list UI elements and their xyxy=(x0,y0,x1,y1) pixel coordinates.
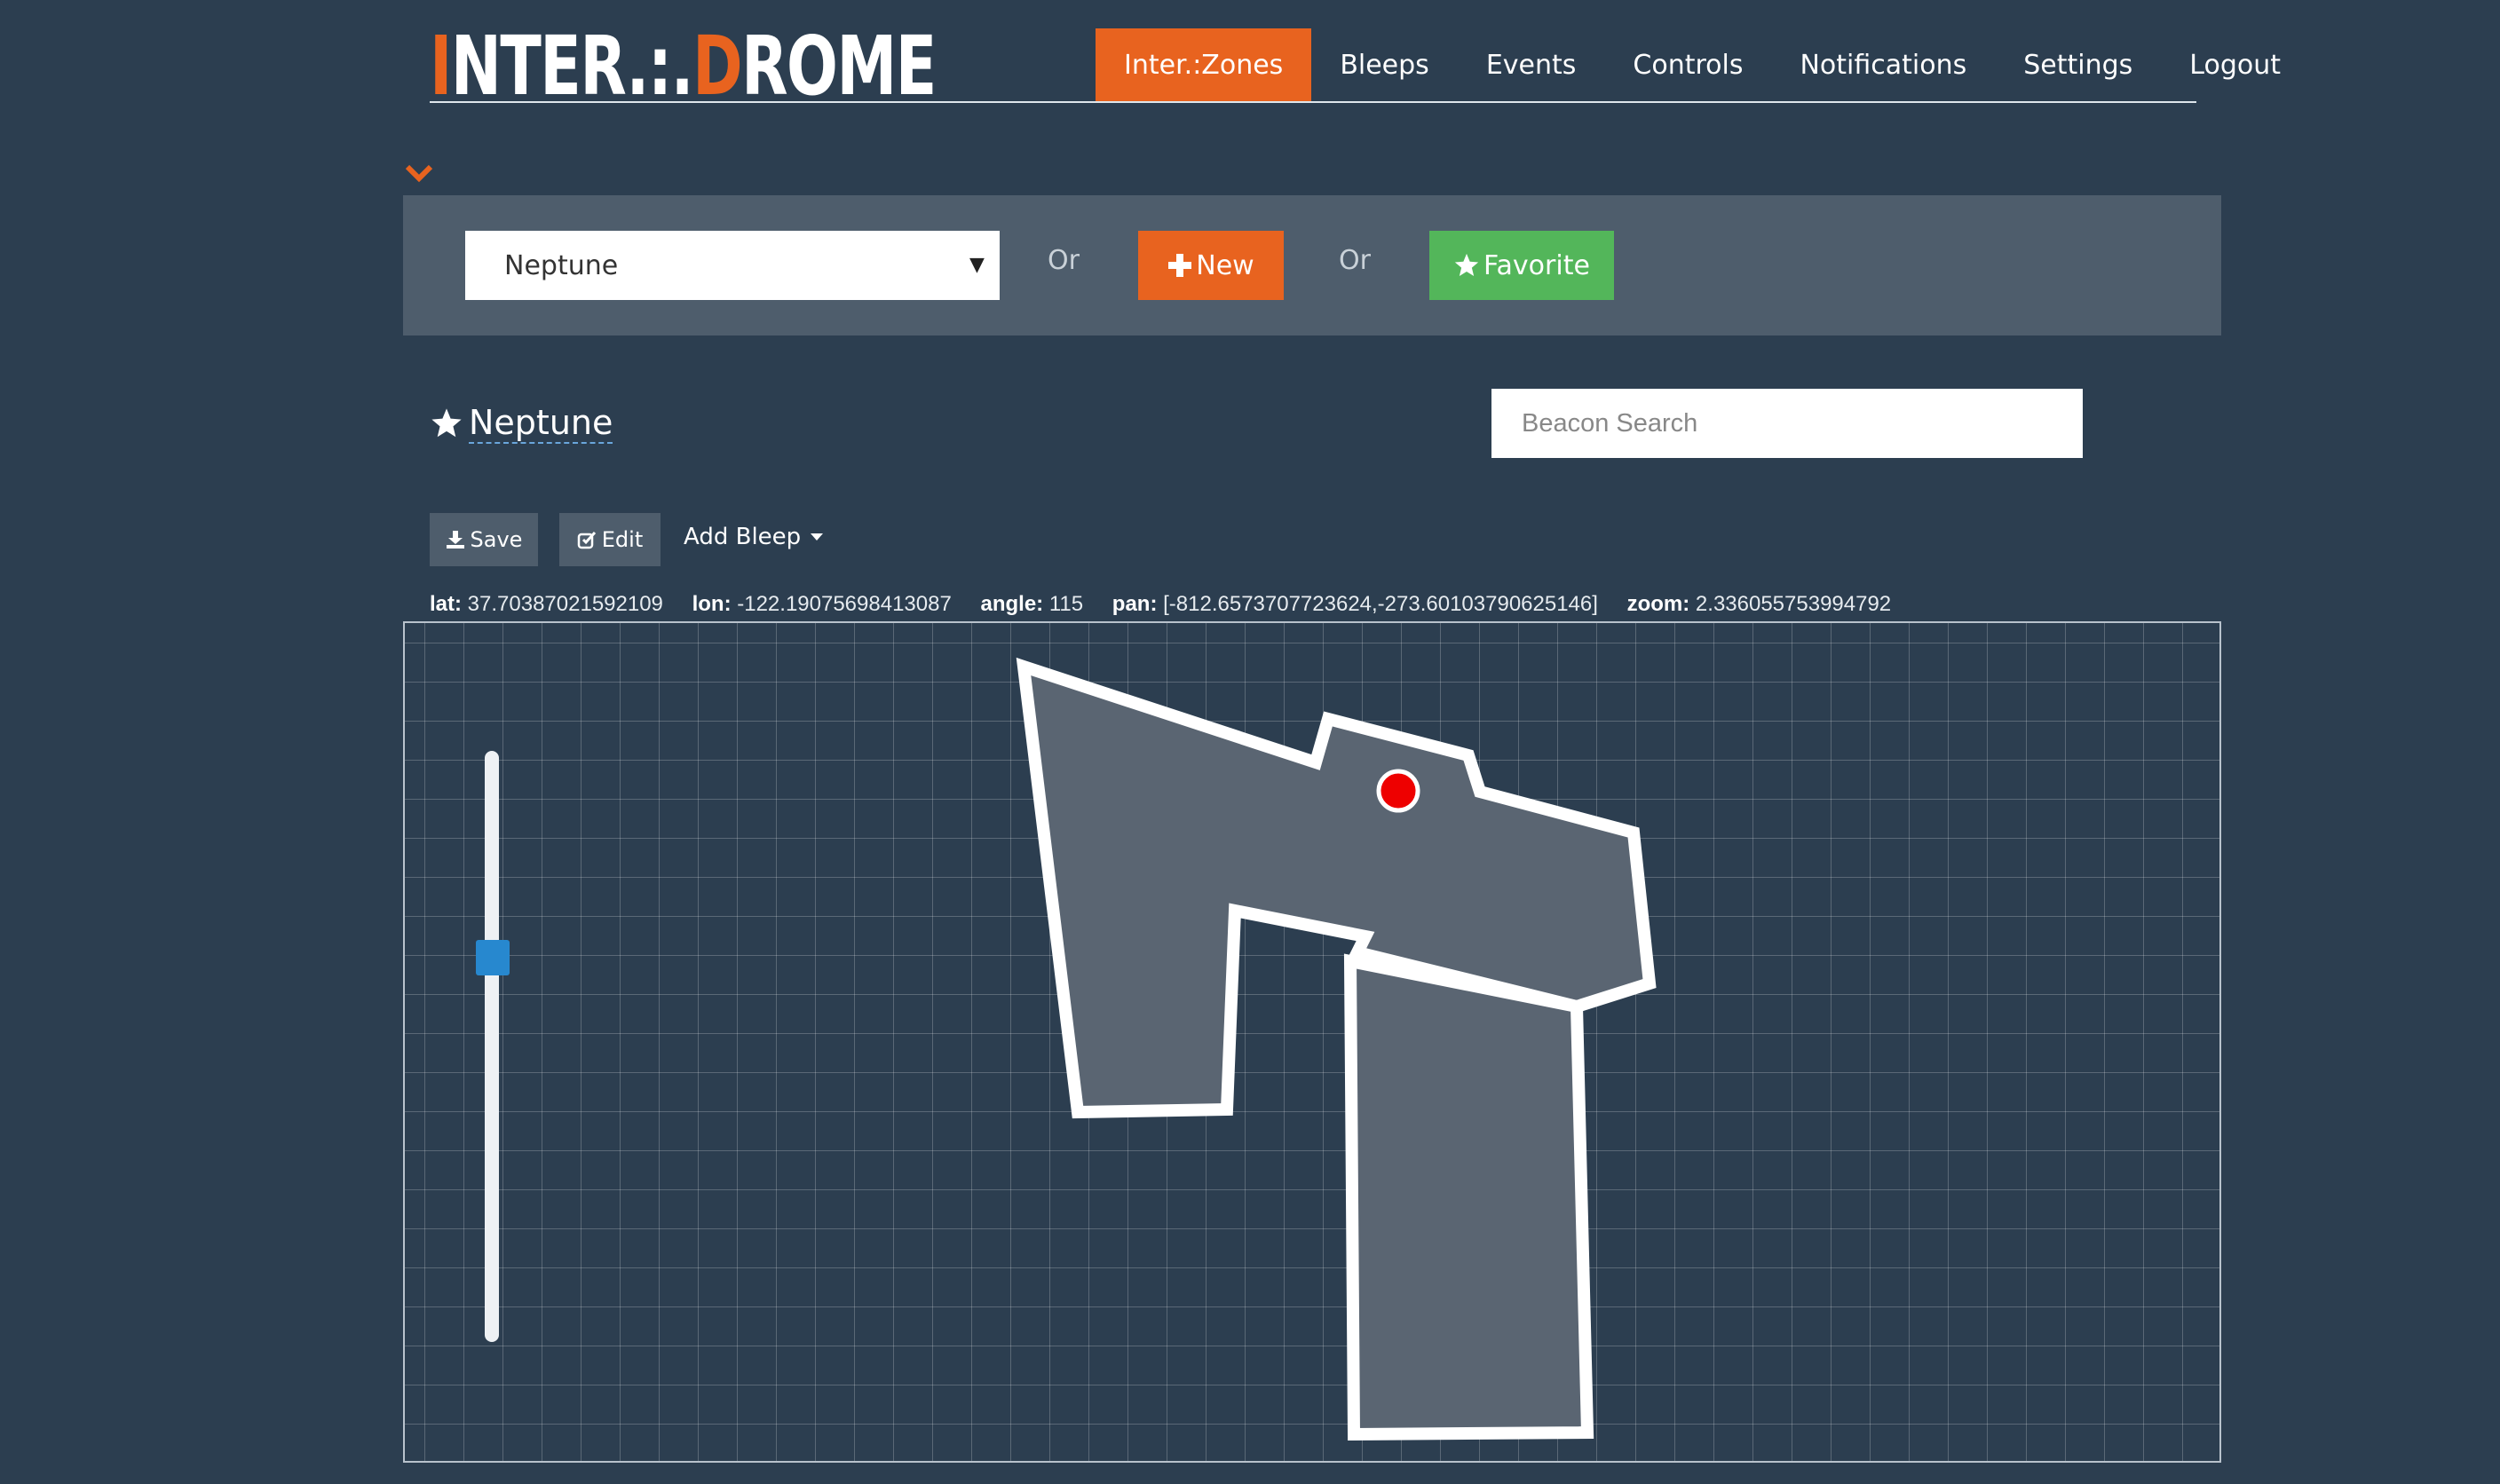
beacon-search-input[interactable]: Beacon Search xyxy=(1491,389,2083,458)
nav-item-notifications[interactable]: Notifications xyxy=(1771,28,1995,101)
edit-button[interactable]: Edit xyxy=(559,513,661,566)
zone-select-value: Neptune xyxy=(504,249,619,281)
logo-letter-d: D xyxy=(692,19,743,114)
header-divider xyxy=(430,101,2196,103)
nav-item-bleeps[interactable]: Bleeps xyxy=(1311,28,1458,101)
logo-dot: . xyxy=(670,19,694,114)
save-label: Save xyxy=(470,527,523,552)
nav-item-interzones[interactable]: Inter.:Zones xyxy=(1096,28,1312,101)
caret-down-icon: ▼ xyxy=(969,254,985,276)
zone-polygon[interactable] xyxy=(1343,953,1594,1441)
pan-label: pan: xyxy=(1112,592,1158,616)
edit-label: Edit xyxy=(601,527,644,552)
angle-label: angle: xyxy=(980,592,1044,616)
chevron-down-icon[interactable] xyxy=(405,163,433,183)
caret-down-icon xyxy=(811,533,824,541)
add-bleep-dropdown[interactable]: Add Bleep xyxy=(684,524,824,550)
favorite-label: Favorite xyxy=(1483,249,1590,281)
lon-label: lon: xyxy=(692,592,732,616)
lat-label: lat: xyxy=(430,592,462,616)
pan-value: [-812.6573707723624,-273.60103790625146] xyxy=(1163,592,1598,616)
new-zone-button[interactable]: New xyxy=(1138,231,1284,300)
edit-icon xyxy=(577,531,596,549)
map-readout: lat: 37.70387021592109 lon: -122.1907569… xyxy=(430,592,1891,617)
favorite-button[interactable]: Favorite xyxy=(1429,231,1614,300)
plus-icon xyxy=(1168,254,1192,277)
main-nav: Inter.:Zones Bleeps Events Controls Noti… xyxy=(1096,28,2309,101)
zoom-slider-handle[interactable] xyxy=(476,939,510,975)
nav-item-settings[interactable]: Settings xyxy=(1995,28,2161,101)
zone-title[interactable]: Neptune xyxy=(469,403,613,444)
logo-dots: .: xyxy=(626,19,673,114)
zone-map-drawing xyxy=(1016,657,1657,1441)
star-icon xyxy=(1454,253,1479,276)
logo-letter-i: I xyxy=(430,19,452,114)
lon-value: -122.19075698413087 xyxy=(737,592,952,616)
logo-text-nter: NTER xyxy=(450,19,628,114)
favorite-star-icon[interactable] xyxy=(430,407,463,440)
logo-text-rome: ROME xyxy=(741,19,937,114)
or-label: Or xyxy=(1048,245,1080,276)
zone-select[interactable]: Neptune xyxy=(465,231,1000,300)
nav-item-events[interactable]: Events xyxy=(1458,28,1605,101)
zoom-slider-track[interactable] xyxy=(485,751,499,1342)
zoom-value: 2.336055753994792 xyxy=(1695,592,1892,616)
angle-value: 115 xyxy=(1048,592,1084,616)
download-icon xyxy=(446,531,464,549)
zone-map[interactable] xyxy=(403,621,2221,1463)
lat-value: 37.70387021592109 xyxy=(467,592,663,616)
zoom-label: zoom: xyxy=(1626,592,1690,616)
or-label: Or xyxy=(1339,245,1371,276)
new-zone-label: New xyxy=(1196,249,1254,281)
nav-item-controls[interactable]: Controls xyxy=(1604,28,1771,101)
nav-item-logout[interactable]: Logout xyxy=(2161,28,2309,101)
add-bleep-label: Add Bleep xyxy=(684,524,802,550)
logo: INTER.:.DROME xyxy=(430,25,937,108)
beacon-marker[interactable] xyxy=(1376,769,1420,813)
save-button[interactable]: Save xyxy=(430,513,538,566)
